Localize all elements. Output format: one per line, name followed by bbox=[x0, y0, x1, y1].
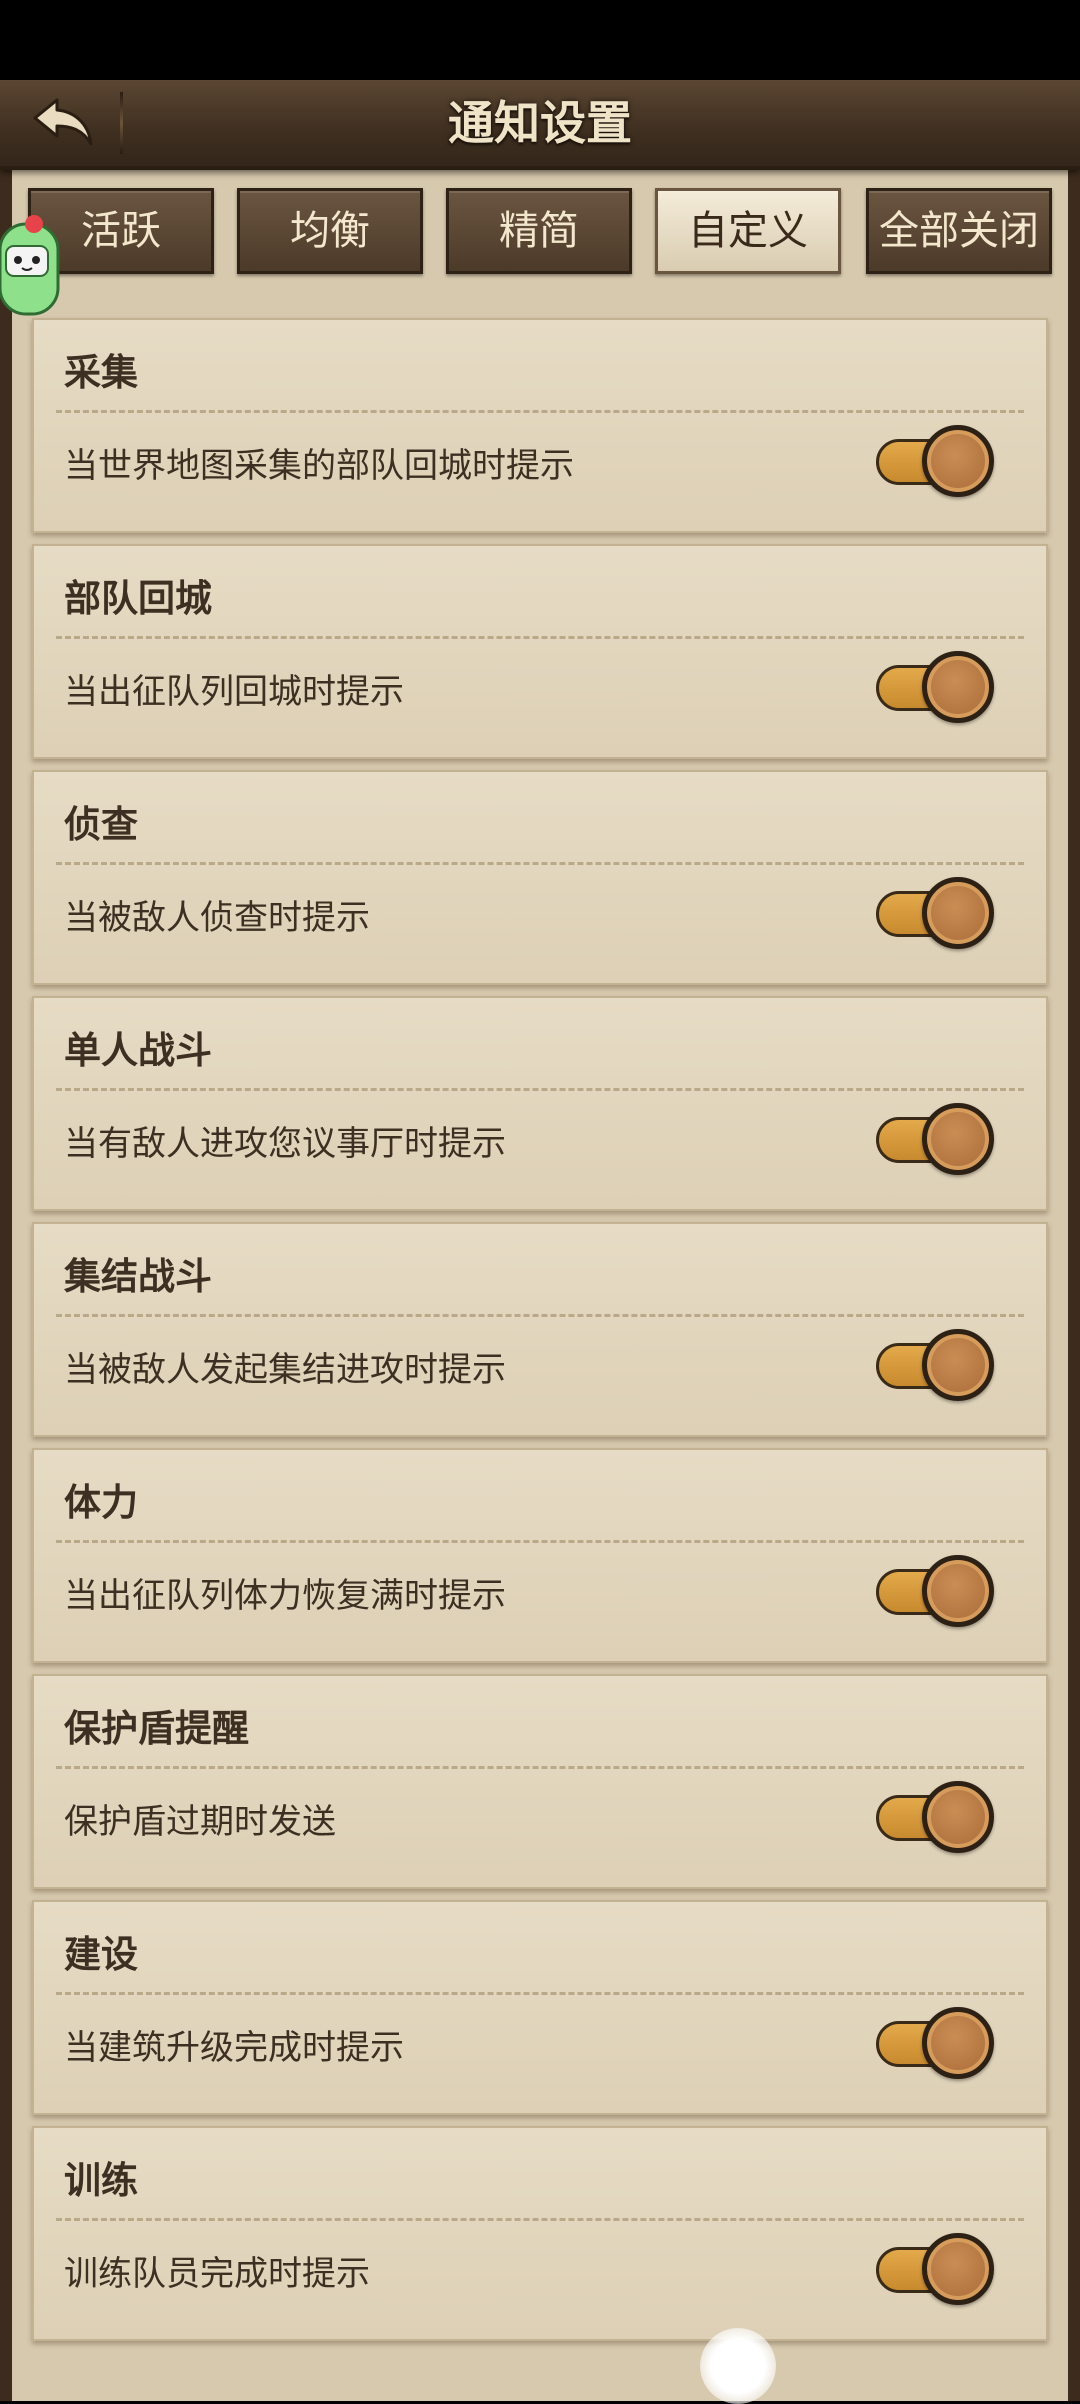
page-title: 通知设置 bbox=[448, 96, 632, 150]
home-indicator[interactable] bbox=[700, 2328, 776, 2404]
setting-description: 当世界地图采集的部队回城时提示 bbox=[64, 446, 574, 486]
setting-card-shield-reminder: 保护盾提醒 保护盾过期时发送 bbox=[32, 1674, 1048, 1889]
setting-title: 训练 bbox=[64, 2159, 138, 2202]
toggle-knob bbox=[922, 1555, 994, 1627]
toggle-knob bbox=[922, 2007, 994, 2079]
setting-card-troop-return: 部队回城 当出征队列回城时提示 bbox=[32, 544, 1048, 759]
setting-card-construction: 建设 当建筑升级完成时提示 bbox=[32, 1900, 1048, 2115]
setting-description: 当出征队列体力恢复满时提示 bbox=[64, 1576, 506, 1616]
divider bbox=[56, 1540, 1024, 1543]
setting-title: 侦查 bbox=[64, 803, 138, 846]
setting-description: 当有敌人进攻您议事厅时提示 bbox=[64, 1124, 506, 1164]
divider bbox=[56, 636, 1024, 639]
setting-description: 保护盾过期时发送 bbox=[64, 1802, 336, 1842]
setting-title: 单人战斗 bbox=[64, 1029, 212, 1072]
toggle-knob bbox=[922, 877, 994, 949]
divider bbox=[56, 1088, 1024, 1091]
setting-description: 当被敌人侦查时提示 bbox=[64, 898, 370, 938]
setting-description: 训练队员完成时提示 bbox=[64, 2254, 370, 2294]
toggle-knob bbox=[922, 1781, 994, 1853]
setting-card-stamina: 体力 当出征队列体力恢复满时提示 bbox=[32, 1448, 1048, 1663]
divider bbox=[56, 862, 1024, 865]
toggle-knob bbox=[922, 1329, 994, 1401]
setting-title: 集结战斗 bbox=[64, 1255, 212, 1298]
setting-description: 当出征队列回城时提示 bbox=[64, 672, 404, 712]
setting-description: 当建筑升级完成时提示 bbox=[64, 2028, 404, 2068]
preset-tabs: 活跃 均衡 精简 自定义 全部关闭 bbox=[0, 188, 1080, 276]
setting-card-gathering: 采集 当世界地图采集的部队回城时提示 bbox=[32, 318, 1048, 533]
shield-reminder-toggle[interactable] bbox=[876, 1781, 994, 1853]
toggle-knob bbox=[922, 425, 994, 497]
setting-card-scouting: 侦查 当被敌人侦查时提示 bbox=[32, 770, 1048, 985]
back-arrow-icon bbox=[33, 98, 93, 146]
setting-title: 部队回城 bbox=[64, 577, 212, 620]
setting-title: 保护盾提醒 bbox=[64, 1707, 249, 1750]
construction-toggle[interactable] bbox=[876, 2007, 994, 2079]
status-bar bbox=[0, 0, 1080, 80]
scouting-toggle[interactable] bbox=[876, 877, 994, 949]
toggle-knob bbox=[922, 651, 994, 723]
divider bbox=[56, 410, 1024, 413]
floating-assistant-icon[interactable] bbox=[0, 212, 62, 322]
divider bbox=[56, 2218, 1024, 2221]
toggle-knob bbox=[922, 1103, 994, 1175]
setting-card-rally-battle: 集结战斗 当被敌人发起集结进攻时提示 bbox=[32, 1222, 1048, 1437]
setting-title: 建设 bbox=[64, 1933, 138, 1976]
tab-simplified[interactable]: 精简 bbox=[446, 188, 632, 274]
setting-title: 体力 bbox=[64, 1481, 138, 1524]
rally-battle-toggle[interactable] bbox=[876, 1329, 994, 1401]
tab-all-off[interactable]: 全部关闭 bbox=[866, 188, 1052, 274]
back-button[interactable] bbox=[18, 84, 110, 162]
gathering-toggle[interactable] bbox=[876, 425, 994, 497]
divider bbox=[56, 1766, 1024, 1769]
solo-battle-toggle[interactable] bbox=[876, 1103, 994, 1175]
toggle-knob bbox=[922, 2233, 994, 2305]
tab-custom[interactable]: 自定义 bbox=[655, 188, 841, 274]
stamina-toggle[interactable] bbox=[876, 1555, 994, 1627]
divider bbox=[56, 1992, 1024, 1995]
setting-title: 采集 bbox=[64, 351, 138, 394]
title-bar: 通知设置 bbox=[0, 80, 1080, 170]
setting-card-training: 训练 训练队员完成时提示 bbox=[32, 2126, 1048, 2341]
setting-description: 当被敌人发起集结进攻时提示 bbox=[64, 1350, 506, 1390]
setting-card-solo-battle: 单人战斗 当有敌人进攻您议事厅时提示 bbox=[32, 996, 1048, 1211]
divider bbox=[56, 1314, 1024, 1317]
tab-balanced[interactable]: 均衡 bbox=[237, 188, 423, 274]
title-divider bbox=[120, 92, 123, 154]
troop-return-toggle[interactable] bbox=[876, 651, 994, 723]
training-toggle[interactable] bbox=[876, 2233, 994, 2305]
